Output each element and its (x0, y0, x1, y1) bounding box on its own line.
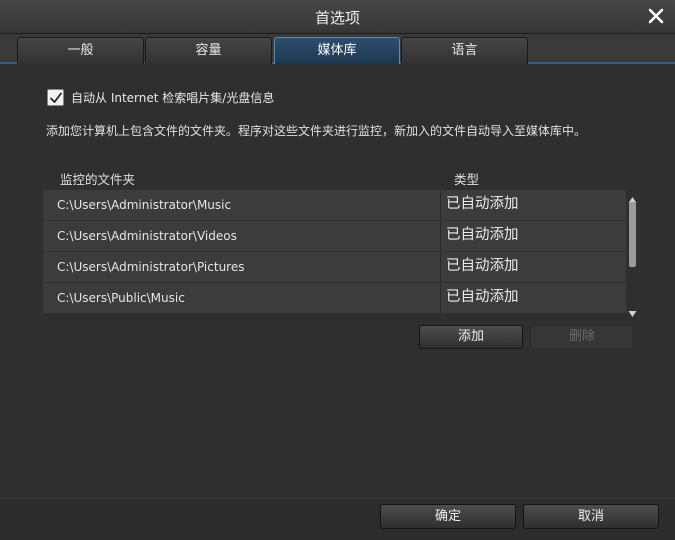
folder-path: C:\Users\Administrator\Music (57, 198, 232, 212)
delete-folder-button[interactable]: 删除 (530, 325, 634, 349)
auto-fetch-option[interactable]: 自动从 Internet 检索唱片集/光盘信息 (47, 88, 274, 106)
folder-path: C:\Users\Administrator\Videos (57, 229, 237, 243)
scroll-up-button[interactable] (627, 190, 638, 203)
scroll-thumb[interactable] (629, 202, 636, 267)
folder-path: C:\Users\Administrator\Pictures (57, 260, 245, 274)
add-folder-button[interactable]: 添加 (419, 325, 523, 349)
checkmark-icon (50, 92, 62, 103)
tab-general[interactable]: 一般 (17, 37, 144, 64)
monitored-folders-table: C:\Users\Administrator\Music 已自动添加 C:\Us… (43, 190, 626, 314)
ok-button[interactable]: 确定 (380, 504, 516, 529)
table-scrollbar[interactable] (627, 190, 638, 317)
media-library-panel: 自动从 Internet 检索唱片集/光盘信息 添加您计算机上包含文件的文件夹。… (0, 66, 675, 498)
folder-path: C:\Users\Public\Music (57, 291, 185, 305)
tab-capacity[interactable]: 容量 (145, 37, 272, 64)
tab-media-library[interactable]: 媒体库 (274, 37, 400, 64)
auto-fetch-checkbox[interactable] (47, 88, 64, 106)
column-divider (440, 190, 441, 220)
folder-type: 已自动添加 (446, 258, 519, 274)
dialog-footer: 确定 取消 (0, 498, 675, 540)
tab-bar: 一般 容量 媒体库 语言 (0, 34, 675, 64)
table-row[interactable]: C:\Users\Public\Music 已自动添加 (43, 283, 626, 313)
auto-fetch-label: 自动从 Internet 检索唱片集/光盘信息 (71, 90, 275, 105)
folder-type: 已自动添加 (446, 227, 519, 243)
preferences-dialog: 首选项 一般 容量 媒体库 语言 自动从 Internet 检索唱片集/光盘信息… (0, 0, 675, 540)
folders-description: 添加您计算机上包含文件的文件夹。程序对这些文件夹进行监控，新加入的文件自动导入至… (46, 124, 587, 138)
close-button[interactable] (643, 3, 669, 29)
column-header-type[interactable]: 类型 (454, 169, 479, 188)
tab-language[interactable]: 语言 (401, 37, 528, 64)
scroll-track[interactable] (629, 202, 636, 302)
close-icon (648, 8, 664, 24)
title-bar: 首选项 (0, 0, 675, 34)
scroll-down-button[interactable] (627, 304, 638, 317)
table-row[interactable]: C:\Users\Administrator\Videos 已自动添加 (43, 221, 626, 251)
column-divider (440, 252, 441, 282)
dialog-title: 首选项 (314, 9, 360, 27)
folder-type: 已自动添加 (446, 196, 519, 212)
table-row[interactable]: C:\Users\Administrator\Music 已自动添加 (43, 190, 626, 220)
table-row[interactable]: C:\Users\Administrator\Pictures 已自动添加 (43, 252, 626, 282)
column-divider (440, 283, 441, 313)
column-header-folder[interactable]: 监控的文件夹 (60, 169, 135, 188)
arrow-down-icon (628, 311, 637, 317)
column-divider (440, 221, 441, 251)
cancel-button[interactable]: 取消 (523, 504, 659, 529)
folder-type: 已自动添加 (446, 289, 519, 305)
